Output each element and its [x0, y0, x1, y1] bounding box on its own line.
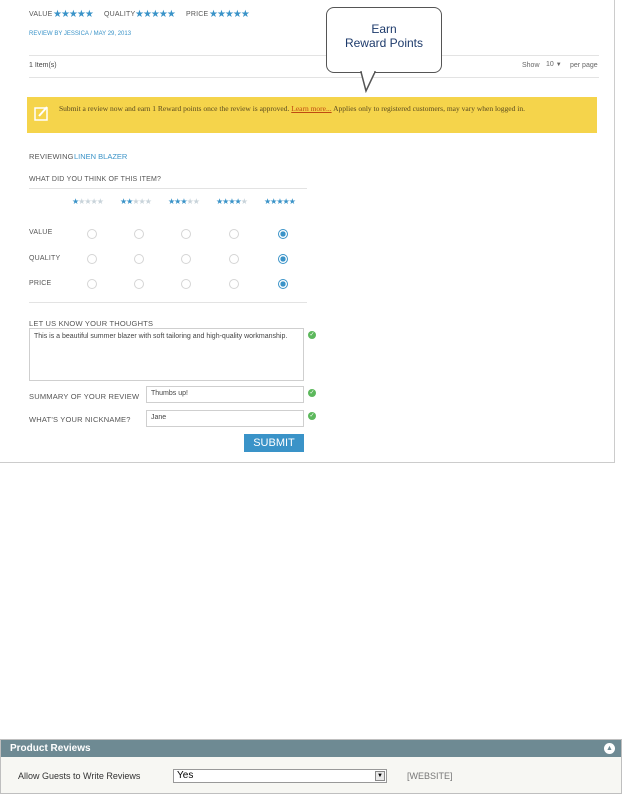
chevron-down-icon: ▼ [555, 62, 562, 68]
quality-rating-5-radio[interactable] [278, 254, 288, 264]
per-page-select[interactable]: 10 ▼ [546, 61, 562, 68]
price-rating-4-radio[interactable] [229, 279, 239, 289]
rating-4-star-header: ★★★★★ [216, 197, 248, 206]
reward-callout: Earn Reward Points [326, 7, 442, 73]
review-value-label: VALUE [29, 11, 53, 18]
nickname-input[interactable]: Jane [146, 410, 304, 427]
storefront-screenshot: VALUE ★★★★★ QUALITY ★★★★★ PRICE ★★★★★ RE… [0, 0, 615, 463]
scope-label: [WEBSITE] [407, 771, 453, 781]
quality-rating-4-radio[interactable] [229, 254, 239, 264]
product-link[interactable]: LINEN BLAZER [74, 152, 127, 161]
notice-text: Submit a review now and earn 1 Reward po… [59, 104, 290, 113]
reward-notice: Submit a review now and earn 1 Reward po… [27, 97, 597, 133]
learn-more-link[interactable]: Learn more... [291, 104, 331, 113]
rating-5-star-header: ★★★★★ [264, 197, 296, 206]
submit-button[interactable]: SUBMIT [244, 434, 304, 452]
thoughts-valid-icon: ✓ [308, 331, 316, 339]
nickname-valid-icon: ✓ [308, 412, 316, 420]
dropdown-arrow-icon[interactable]: ▼ [375, 771, 385, 781]
callout-line1: Earn [371, 22, 397, 36]
quality-rating-3-radio[interactable] [181, 254, 191, 264]
toolbar-show-label: Show [522, 62, 540, 69]
rating-3-star-header: ★★★★★ [168, 197, 200, 206]
notice-tail: Applies only to registered customers, ma… [333, 104, 525, 113]
thoughts-label: LET US KNOW YOUR THOUGHTS [29, 319, 154, 328]
review-price-stars: ★★★★★ [209, 9, 250, 20]
edit-icon [34, 106, 48, 121]
value-rating-2-radio[interactable] [134, 229, 144, 239]
quality-rating-2-radio[interactable] [134, 254, 144, 264]
price-rating-5-radio[interactable] [278, 279, 288, 289]
review-byline[interactable]: REVIEW BY JESSICA / MAY 29, 2013 [29, 31, 131, 37]
summary-label: SUMMARY OF YOUR REVIEW [29, 392, 140, 401]
callout-line2: Reward Points [344, 36, 424, 50]
product-reviews-config-panel: Product Reviews ▲ Allow Guests to Write … [0, 739, 622, 794]
panel-header[interactable]: Product Reviews ▲ [1, 740, 621, 757]
per-page-suffix: per page [570, 62, 598, 69]
review-quality-label: QUALITY [104, 11, 136, 18]
quality-rating-1-radio[interactable] [87, 254, 97, 264]
summary-valid-icon: ✓ [308, 389, 316, 397]
per-page-value: 10 [546, 61, 554, 68]
allow-guests-label: Allow Guests to Write Reviews [18, 771, 141, 781]
rating-row-price: PRICE [29, 280, 52, 287]
value-rating-3-radio[interactable] [181, 229, 191, 239]
allow-guests-value: Yes [177, 770, 194, 781]
rating-row-quality: QUALITY [29, 255, 61, 262]
rating-1-star-header: ★★★★★ [72, 197, 104, 206]
price-rating-1-radio[interactable] [87, 279, 97, 289]
value-rating-1-radio[interactable] [87, 229, 97, 239]
price-rating-3-radio[interactable] [181, 279, 191, 289]
price-rating-2-radio[interactable] [134, 279, 144, 289]
value-rating-4-radio[interactable] [229, 229, 239, 239]
collapse-icon[interactable]: ▲ [604, 743, 615, 754]
review-quality-stars: ★★★★★ [135, 9, 176, 20]
rating-question: WHAT DID YOU THINK OF THIS ITEM? [29, 176, 162, 183]
summary-input[interactable]: Thumbs up! [146, 386, 304, 403]
rating-row-value: VALUE [29, 229, 53, 236]
allow-guests-select[interactable]: Yes ▼ [173, 769, 387, 783]
callout-pointer [360, 71, 377, 93]
thoughts-textarea[interactable]: This is a beautiful summer blazer with s… [29, 328, 304, 381]
value-rating-5-radio[interactable] [278, 229, 288, 239]
notice-text-block: Submit a review now and earn 1 Reward po… [59, 104, 579, 114]
review-price-label: PRICE [186, 11, 209, 18]
review-value-stars: ★★★★★ [53, 9, 94, 20]
item-count: 1 Item(s) [29, 62, 57, 69]
nickname-label: WHAT'S YOUR NICKNAME? [29, 415, 131, 424]
panel-title: Product Reviews [10, 743, 91, 754]
reviewing-label: REVIEWING [29, 152, 74, 161]
rating-2-star-header: ★★★★★ [120, 197, 152, 206]
